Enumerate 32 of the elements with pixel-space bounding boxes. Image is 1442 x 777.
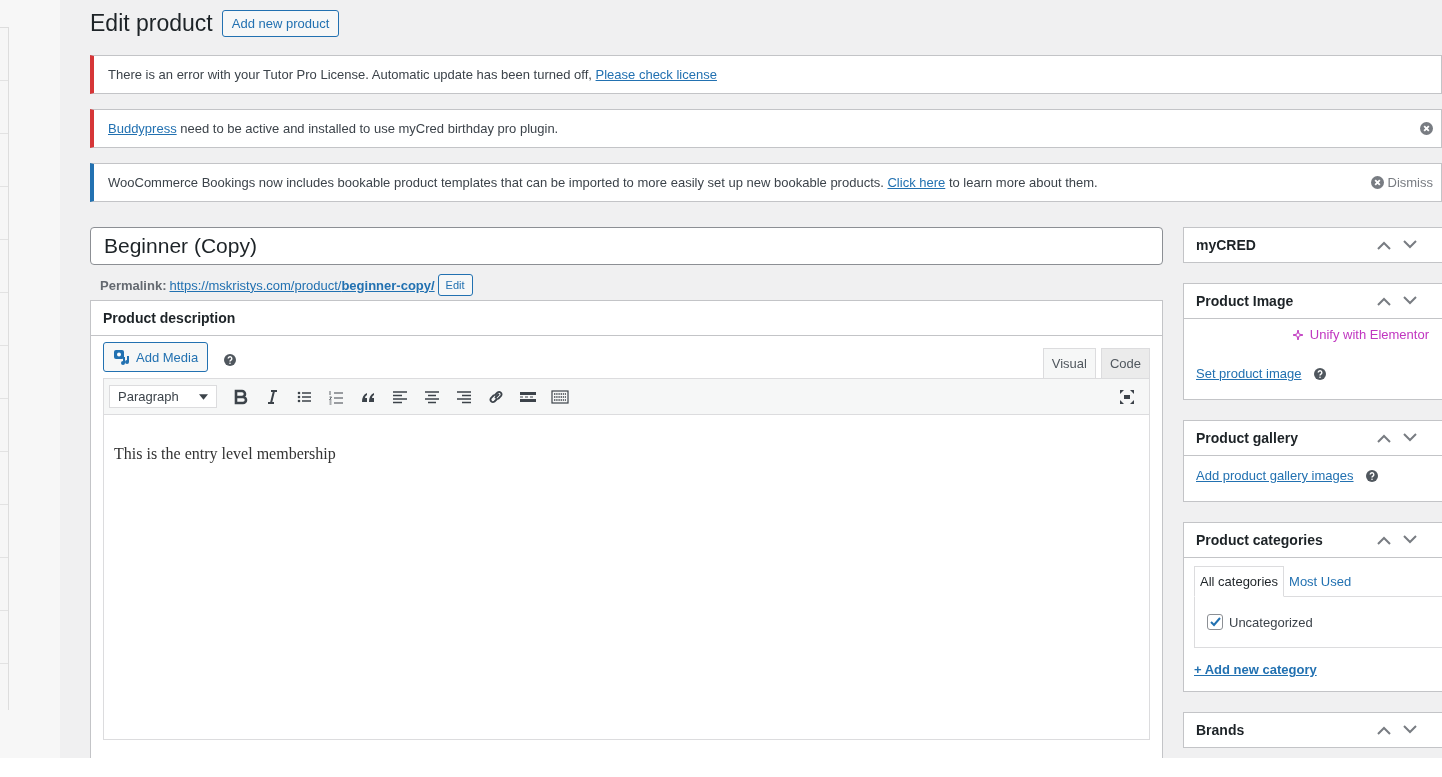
- add-new-product-button[interactable]: Add new product: [221, 10, 340, 37]
- permalink-label: Permalink:: [100, 277, 167, 293]
- panel-title: Product categories: [1196, 532, 1323, 548]
- editor-area[interactable]: Paragraph This is the entry level membership: [103, 378, 1150, 740]
- editor-content: This is the entry level membership: [113, 444, 337, 465]
- add-category-link[interactable]: + Add new category: [1194, 662, 1317, 677]
- unify-elementor-link[interactable]: Unify with Elementor: [1194, 327, 1429, 342]
- title-field[interactable]: Beginner (Copy): [90, 227, 1163, 265]
- panel-title: Product Image: [1196, 293, 1294, 309]
- panel-title: myCRED: [1196, 237, 1256, 253]
- notice-text: Buddypress need to be active and installed to use myCred birthday pro plugin.: [108, 121, 559, 136]
- add-media-button[interactable]: Add Media: [103, 342, 209, 372]
- editor-tab[interactable]: Visual: [1042, 348, 1096, 378]
- editor-tab[interactable]: Code: [1100, 348, 1150, 378]
- notice-link[interactable]: Buddypress: [108, 121, 177, 136]
- category-label: Uncategorized: [1229, 614, 1313, 630]
- category-tab[interactable]: Most Used: [1284, 567, 1357, 596]
- panel-title: Brands: [1196, 722, 1245, 738]
- category-tab[interactable]: All categories: [1194, 566, 1285, 597]
- add-gallery-link[interactable]: Add product gallery images: [1196, 468, 1354, 483]
- panel-title: Product gallery: [1196, 430, 1298, 446]
- notice-text: There is an error with your Tutor Pro License. Automatic update has been turned off, Please check license: [108, 67, 717, 82]
- set-image-link[interactable]: Set product image: [1196, 366, 1302, 381]
- format-select[interactable]: Paragraph: [109, 385, 217, 408]
- panel-heading: Product description: [91, 301, 1162, 336]
- notice-link[interactable]: Click here: [887, 175, 946, 190]
- dismiss-link[interactable]: Dismiss: [1387, 175, 1433, 190]
- notice-text: WooCommerce Bookings now includes bookable product templates that can be imported to more easily set up new bookable products. Click here to learn more about them.: [108, 175, 1098, 190]
- page-title: Edit product: [90, 10, 213, 37]
- edit-permalink-button[interactable]: Edit: [437, 274, 473, 296]
- permalink-link[interactable]: https://mskristys.com/product/beginner-copy/: [169, 277, 435, 293]
- notice-link[interactable]: Please check license: [595, 67, 717, 82]
